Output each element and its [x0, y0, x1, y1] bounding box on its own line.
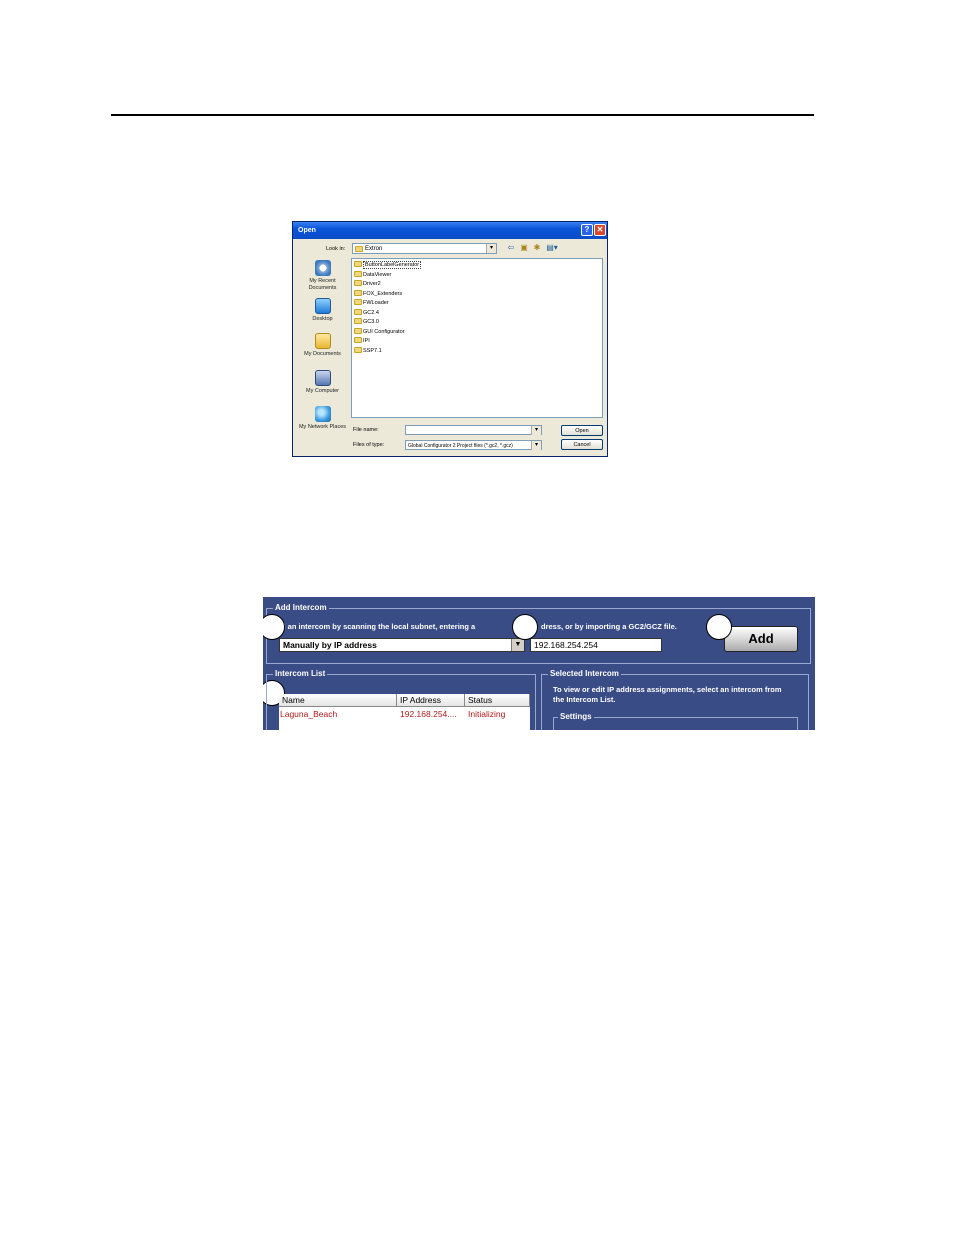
open-dialog: Open ? ✕ Look in: Extron ▾ ⇦ ▣ ✱ ▤▾ My R…	[292, 221, 608, 457]
intercom-panel: Add Intercom d an intercom by scanning t…	[263, 597, 815, 730]
cancel-button[interactable]: Cancel	[561, 439, 603, 450]
ip-address-value: 192.168.254.254	[534, 640, 598, 650]
chevron-down-icon[interactable]: ▼	[511, 639, 524, 651]
list-item[interactable]: DataViewer	[354, 270, 391, 280]
list-item[interactable]: GC3.0	[354, 318, 379, 327]
network-icon	[314, 406, 331, 422]
place-computer[interactable]: My Computer	[295, 370, 350, 395]
selected-intercom-title: Selected Intercom	[548, 669, 621, 678]
dialog-title: Open	[298, 227, 316, 234]
list-item[interactable]: SSP7.1	[354, 346, 382, 356]
list-item[interactable]: FWLoader	[354, 299, 389, 308]
view-menu-icon[interactable]: ▤▾	[545, 243, 559, 253]
folder-icon	[354, 337, 362, 343]
list-item[interactable]: GUI Configurator	[354, 327, 405, 337]
add-intercom-title: Add Intercom	[273, 603, 329, 612]
chevron-down-icon[interactable]: ▾	[531, 426, 541, 435]
file-list[interactable]: ButtonLabelGenerator DataViewer Driver2 …	[351, 258, 603, 418]
back-icon[interactable]: ⇦	[506, 243, 516, 253]
settings-group: Settings	[553, 712, 798, 730]
folder-icon	[354, 280, 362, 286]
place-recent[interactable]: My Recent Documents	[295, 260, 350, 291]
intercom-list[interactable]: Name IP Address Status Laguna_Beach 192.…	[279, 694, 530, 730]
row-ip[interactable]: 192.168.254....	[400, 708, 457, 720]
help-button[interactable]: ?	[581, 224, 593, 236]
callout-marker	[706, 614, 732, 640]
folder-icon	[354, 346, 362, 353]
place-label: Desktop	[312, 316, 333, 322]
open-button[interactable]: Open	[561, 425, 603, 436]
computer-icon	[314, 370, 331, 386]
column-header-status[interactable]: Status	[465, 694, 530, 707]
place-label: My Computer	[305, 388, 339, 394]
close-button[interactable]: ✕	[594, 224, 606, 236]
row-name[interactable]: Laguna_Beach	[280, 708, 337, 720]
chevron-down-icon[interactable]: ▾	[531, 441, 541, 450]
place-documents[interactable]: My Documents	[295, 333, 350, 358]
column-header-ip[interactable]: IP Address	[397, 694, 465, 707]
desktop-icon	[314, 298, 331, 314]
folder-icon	[354, 318, 362, 324]
up-folder-icon[interactable]: ▣	[519, 243, 529, 253]
callout-marker	[512, 614, 538, 640]
folder-icon	[354, 299, 362, 305]
folder-icon	[355, 246, 363, 252]
folder-icon	[354, 308, 362, 315]
add-button[interactable]: Add	[724, 626, 798, 652]
selected-intercom-hint: To view or edit IP address assignments, …	[553, 685, 782, 704]
look-in-select[interactable]: Extron ▾	[352, 243, 497, 254]
place-label: My Documents	[304, 351, 341, 357]
new-folder-icon[interactable]: ✱	[532, 243, 542, 253]
list-item[interactable]: FOX_Extenders	[354, 289, 402, 299]
list-item[interactable]: ButtonLabelGenerator	[354, 261, 422, 270]
look-in-value: Extron	[365, 246, 383, 252]
list-item[interactable]: IPI	[354, 337, 370, 346]
look-in-label: Look in:	[326, 246, 346, 252]
file-name-label: File name:	[353, 427, 379, 433]
file-name-input[interactable]: ▾	[405, 425, 542, 435]
place-desktop[interactable]: Desktop	[295, 298, 350, 323]
row-status[interactable]: Initializing	[468, 708, 505, 720]
place-label: My Recent Documents	[308, 278, 337, 291]
settings-title: Settings	[558, 712, 594, 721]
column-header-name[interactable]: Name	[279, 694, 397, 707]
instruction-text-2: dress, or by importing a GC2/GCZ file.	[541, 622, 677, 631]
folder-icon	[354, 261, 362, 267]
places-bar: My Recent Documents Desktop My Documents…	[295, 256, 350, 446]
header-rule	[111, 114, 814, 116]
folder-icon	[354, 289, 362, 296]
place-label: My Network Places	[298, 424, 347, 430]
place-network[interactable]: My Network Places	[295, 406, 350, 431]
intercom-list-title: Intercom List	[273, 669, 328, 678]
add-method-select[interactable]: Manually by IP address ▼	[279, 638, 525, 652]
folder-icon	[354, 327, 362, 334]
recent-documents-icon	[314, 260, 331, 276]
instruction-text: d an intercom by scanning the local subn…	[281, 622, 476, 631]
chevron-down-icon[interactable]: ▾	[486, 244, 496, 253]
list-item[interactable]: GC2.4	[354, 308, 379, 318]
files-of-type-label: Files of type:	[353, 442, 385, 448]
ip-address-input[interactable]: 192.168.254.254	[530, 638, 662, 652]
dialog-titlebar[interactable]: Open ? ✕	[293, 222, 607, 239]
list-item[interactable]: Driver2	[354, 280, 381, 289]
folder-icon	[354, 270, 362, 277]
files-of-type-select[interactable]: Global Configurator 2 Project files (*.g…	[405, 440, 542, 450]
add-method-value: Manually by IP address	[283, 640, 377, 650]
documents-icon	[314, 333, 331, 349]
